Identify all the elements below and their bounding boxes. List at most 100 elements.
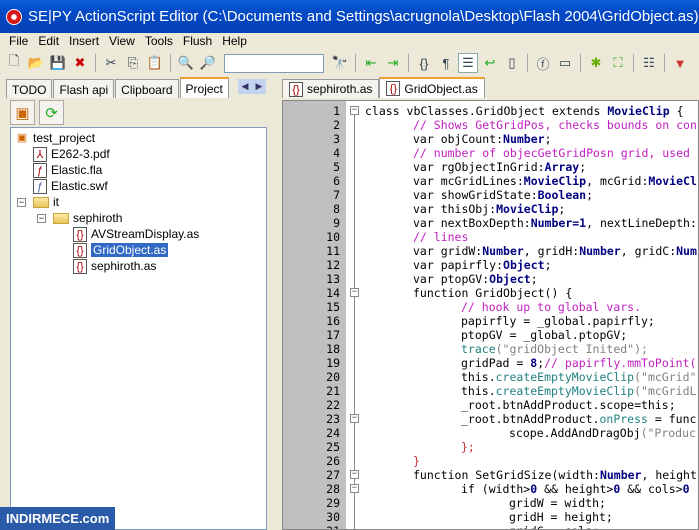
code-text: function GridObject() {	[365, 286, 572, 300]
tree-node-project[interactable]: ▣ test_project	[15, 130, 95, 146]
menu-view[interactable]: View	[104, 33, 140, 50]
code-token: // hook up to global vars.	[461, 300, 642, 314]
tab-sephiroth-as[interactable]: {} sephiroth.as	[282, 79, 380, 98]
code-text: var gridW:Number, gridH:Number, gridC:Nu…	[365, 244, 697, 258]
document-icon[interactable]: ▯	[502, 53, 522, 73]
code-token: papirfly = _global.papirfly;	[365, 314, 655, 328]
code-text: var thisObj:MovieClip;	[365, 202, 565, 216]
menu-bar: File Edit Insert View Tools Flush Help	[0, 33, 699, 50]
line-number: 23	[326, 412, 340, 426]
arrow-left-icon[interactable]: ◀	[242, 81, 249, 92]
menu-edit[interactable]: Edit	[33, 33, 64, 50]
editor-panel: {} sephiroth.as {} GridObject.as 1− class v…	[278, 76, 699, 530]
collapse-icon[interactable]: −	[17, 198, 26, 207]
tree-node-folder[interactable]: it	[33, 194, 59, 210]
tab-flash-api[interactable]: Flash api	[53, 79, 115, 98]
code-token: , mcGrid:	[586, 174, 649, 188]
tree-node-file[interactable]: ƒ Elastic.fla	[33, 162, 102, 178]
tree-node-file[interactable]: {} sephiroth.as	[73, 258, 156, 274]
code-token: MovieClip	[523, 174, 587, 188]
code-token: Number	[482, 244, 524, 258]
code-text: var mcGridLines:MovieClip, mcGrid:MovieC…	[365, 174, 697, 188]
list-icon[interactable]: ☷	[639, 53, 659, 73]
code-token: var papirfly:	[365, 258, 504, 272]
line-number: 26	[326, 454, 340, 468]
dropdown-icon[interactable]: ▼	[670, 53, 690, 73]
tree-node-folder[interactable]: sephiroth	[53, 210, 122, 226]
code-token: && cols>	[620, 482, 683, 496]
fold-toggle-icon[interactable]: −	[350, 414, 359, 423]
tree-node-file[interactable]: ƒ Elastic.swf	[33, 178, 108, 194]
find-icon[interactable]: 🔍	[176, 53, 196, 73]
tree-node-file[interactable]: {} AVStreamDisplay.as	[73, 226, 199, 242]
line-number: 1	[333, 104, 340, 118]
line-number: 14	[326, 286, 340, 300]
code-line: 5 var rgObjectInGrid:Array;	[283, 160, 698, 174]
code-token: ("mcGridL	[634, 384, 697, 398]
code-text: var nextBoxDepth:Number=1, nextLineDepth…	[365, 216, 697, 230]
code-line: 14 − function GridObject() {	[283, 286, 698, 300]
menu-file[interactable]: File	[4, 33, 33, 50]
menu-help[interactable]: Help	[217, 33, 252, 50]
code-text: if (width>0 && height>0 && cols>0	[365, 482, 690, 496]
code-line: 16 papirfly = _global.papirfly;	[283, 314, 698, 328]
code-token: , height	[641, 468, 697, 482]
tree-node-file[interactable]: ⅄ E262-3.pdf	[33, 146, 110, 162]
indent-icon[interactable]: ⇥	[383, 53, 403, 73]
show-whitespace-icon[interactable]: ¶	[436, 53, 456, 73]
debug-icon[interactable]: ✱	[586, 53, 606, 73]
save-icon[interactable]: 💾	[48, 53, 68, 73]
collapse-icon[interactable]: −	[37, 214, 46, 223]
code-token: var thisObj:	[365, 202, 497, 216]
code-line: 10 // lines	[283, 230, 698, 244]
code-token: scope.AddAndDragObj	[365, 426, 641, 440]
copy-icon[interactable]: ⎘	[123, 53, 143, 73]
menu-tools[interactable]: Tools	[140, 33, 178, 50]
find-go-icon[interactable]: 🔭	[330, 53, 350, 73]
braces-icon[interactable]: {}	[414, 53, 434, 73]
close-file-icon[interactable]: ✖	[70, 53, 90, 73]
paste-icon[interactable]: 📋	[145, 53, 165, 73]
line-number: 31	[283, 524, 340, 529]
tab-clipboard[interactable]: Clipboard	[115, 79, 179, 98]
code-editor[interactable]: 1− class vbClasses.GridObject extends Mov…	[282, 100, 699, 530]
folder-icon	[53, 212, 69, 224]
new-file-icon[interactable]: 🗋	[4, 53, 24, 73]
code-token: // number of objecGetGridPosn grid, used	[413, 146, 690, 160]
tab-gridobject-as[interactable]: {} GridObject.as	[379, 77, 485, 98]
line-numbers-icon[interactable]: ☰	[458, 53, 478, 73]
word-wrap-icon[interactable]: ↩	[480, 53, 500, 73]
code-token: var gridW:	[365, 244, 483, 258]
open-file-icon[interactable]: 📂	[26, 53, 46, 73]
flash-icon[interactable]: ⓕ	[533, 53, 553, 73]
fold-toggle-icon[interactable]: −	[350, 106, 359, 115]
console-icon[interactable]: ▭	[555, 53, 575, 73]
fold-toggle-icon[interactable]: −	[350, 288, 359, 297]
line-number: 18	[326, 342, 340, 356]
code-text: gridH = height;	[365, 510, 613, 524]
menu-insert[interactable]: Insert	[64, 33, 104, 50]
code-token: createEmptyMovieClip	[495, 370, 635, 384]
refresh-icon[interactable]: ⟳	[39, 100, 64, 125]
find-input[interactable]	[224, 53, 324, 73]
code-line: 12 var papirfly:Object;	[283, 258, 698, 272]
open-project-icon[interactable]: ▣	[10, 100, 35, 125]
line-number: 7	[333, 188, 340, 202]
code-token: Number	[530, 216, 573, 230]
tab-scroll-arrows[interactable]: ◀ ▶	[238, 79, 266, 94]
code-line: 7 var showGridState:Boolean;	[283, 188, 698, 202]
outdent-icon[interactable]: ⇤	[361, 53, 381, 73]
fullscreen-icon[interactable]: ⛶	[608, 53, 628, 73]
fold-toggle-icon[interactable]: −	[350, 470, 359, 479]
fold-toggle-icon[interactable]: −	[350, 484, 359, 493]
line-number: 9	[333, 216, 340, 230]
arrow-right-icon[interactable]: ▶	[256, 81, 263, 92]
find-next-icon[interactable]: 🔎	[198, 53, 218, 73]
cut-icon[interactable]: ✂	[101, 53, 121, 73]
tree-node-file[interactable]: {} GridObject.as	[73, 242, 169, 258]
app-icon	[6, 8, 22, 25]
tab-todo[interactable]: TODO	[6, 79, 53, 98]
code-token: {	[669, 104, 684, 118]
menu-flush[interactable]: Flush	[178, 33, 217, 50]
tab-project[interactable]: Project	[179, 77, 229, 98]
